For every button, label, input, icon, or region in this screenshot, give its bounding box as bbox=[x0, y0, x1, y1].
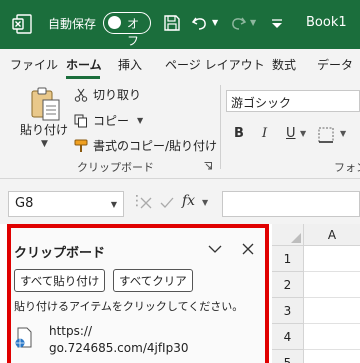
bold-button[interactable]: B bbox=[234, 126, 244, 141]
tab-page-layout[interactable]: ページ レイアウト bbox=[165, 56, 265, 73]
redo-icon bbox=[232, 17, 247, 30]
insert-function-button[interactable]: fx bbox=[182, 193, 195, 209]
autosave-state: オフ bbox=[127, 17, 140, 48]
clipboard-pane-title: クリップボード bbox=[14, 246, 106, 261]
cell-a3[interactable] bbox=[304, 298, 360, 324]
customize-toolbar-icon[interactable] bbox=[270, 13, 284, 33]
ribbon-tabs: ファイル ホーム 挿入 ページ レイアウト 数式 データ bbox=[0, 49, 360, 79]
tab-formulas[interactable]: 数式 bbox=[272, 56, 296, 73]
clipboard-item[interactable]: https:// go.724685.com/4jfIp30 bbox=[49, 323, 188, 357]
borders-dropdown-icon[interactable]: ▼ bbox=[340, 129, 346, 138]
clipboard-group-label: クリップボード bbox=[77, 161, 154, 174]
tab-data[interactable]: データ bbox=[317, 56, 353, 73]
pane-options-chevron-icon[interactable] bbox=[208, 244, 222, 254]
paste-dropdown-icon[interactable]: ▼ bbox=[41, 139, 48, 149]
scissors-icon bbox=[74, 88, 88, 102]
row-header-2[interactable]: 2 bbox=[272, 272, 304, 298]
row-header-4[interactable]: 4 bbox=[272, 324, 304, 350]
name-box-dropdown-icon[interactable]: ▼ bbox=[111, 200, 117, 209]
row-header-3[interactable]: 3 bbox=[272, 298, 304, 324]
format-painter-label: 書式のコピー/貼り付け bbox=[93, 139, 218, 153]
save-icon[interactable] bbox=[162, 13, 182, 33]
tab-file[interactable]: ファイル bbox=[10, 56, 58, 73]
formula-bar: G8 ▼ ⋮ fx ▼ bbox=[0, 179, 360, 224]
format-painter-button[interactable]: 書式のコピー/貼り付け bbox=[74, 137, 217, 154]
cut-label: 切り取り bbox=[93, 88, 142, 102]
close-icon[interactable] bbox=[241, 242, 255, 256]
select-all-corner[interactable] bbox=[272, 224, 304, 246]
format-painter-icon bbox=[74, 139, 88, 152]
row-header-5[interactable]: 5 bbox=[272, 350, 304, 363]
clipboard-launcher-icon[interactable] bbox=[204, 162, 212, 170]
clipboard-pane: クリップボード すべて貼り付け すべてクリア 貼り付けるアイテムをクリックしてく… bbox=[7, 224, 269, 363]
borders-icon[interactable] bbox=[318, 127, 334, 143]
title-bar: 自動保存 オフ ▼ ▼ Book1 bbox=[0, 0, 360, 49]
cut-button[interactable]: 切り取り bbox=[74, 86, 141, 103]
web-document-icon bbox=[15, 327, 32, 348]
excel-logo-icon bbox=[12, 14, 32, 34]
clipboard-hint: 貼り付けるアイテムをクリックしてください。 bbox=[14, 300, 244, 313]
italic-button[interactable]: I bbox=[262, 126, 267, 141]
toggle-knob bbox=[108, 16, 121, 29]
workbook-name[interactable]: Book1 bbox=[306, 15, 347, 30]
row-header-1[interactable]: 1 bbox=[272, 246, 304, 272]
cancel-icon bbox=[140, 197, 152, 209]
copy-dropdown-icon[interactable]: ▼ bbox=[137, 116, 143, 125]
name-box-value: G8 bbox=[15, 196, 34, 211]
clipboard-item-line1: https:// bbox=[49, 324, 93, 338]
cell-a4[interactable] bbox=[304, 324, 360, 350]
copy-button[interactable]: コピー ▼ bbox=[74, 112, 143, 129]
fx-dropdown-icon[interactable]: ▼ bbox=[202, 198, 208, 207]
name-box[interactable]: G8 ▼ bbox=[8, 191, 124, 217]
underline-dropdown-icon[interactable]: ▼ bbox=[300, 129, 306, 138]
ribbon: 貼り付け ▼ 切り取り コピー ▼ 書式のコピー/貼り付け クリップボード 游ゴ… bbox=[0, 79, 360, 179]
underline-button[interactable]: U bbox=[286, 126, 296, 141]
tab-home[interactable]: ホーム bbox=[66, 56, 102, 73]
redo-dropdown-icon: ▼ bbox=[250, 18, 257, 27]
autosave-toggle[interactable]: オフ bbox=[103, 12, 151, 48]
paste-label[interactable]: 貼り付け bbox=[20, 121, 68, 138]
cell-a2[interactable] bbox=[304, 272, 360, 298]
undo-icon[interactable] bbox=[190, 13, 210, 33]
paste-all-button[interactable]: すべて貼り付け bbox=[14, 269, 106, 292]
paste-icon[interactable] bbox=[29, 87, 61, 121]
copy-icon bbox=[74, 114, 87, 127]
undo-dropdown-icon[interactable]: ▼ bbox=[212, 18, 218, 27]
cell-a1[interactable] bbox=[304, 246, 360, 272]
column-header-a[interactable]: A bbox=[304, 224, 360, 246]
worksheet-grid: A 1 2 3 4 5 bbox=[269, 224, 360, 363]
formula-input[interactable] bbox=[222, 191, 360, 217]
cell-a5[interactable] bbox=[304, 350, 360, 363]
tab-insert[interactable]: 挿入 bbox=[118, 56, 142, 73]
ribbon-divider bbox=[220, 85, 221, 169]
formula-controls: ⋮ fx ▼ bbox=[130, 191, 214, 217]
font-group-label: フォン bbox=[334, 161, 360, 174]
enter-check-icon bbox=[160, 197, 174, 208]
autosave-label: 自動保存 bbox=[48, 17, 97, 31]
copy-label: コピー bbox=[93, 114, 130, 128]
clear-all-button[interactable]: すべてクリア bbox=[113, 269, 193, 292]
clipboard-item-line2: go.724685.com/4jfIp30 bbox=[49, 341, 189, 355]
font-name-field[interactable]: 游ゴシック bbox=[226, 90, 360, 112]
